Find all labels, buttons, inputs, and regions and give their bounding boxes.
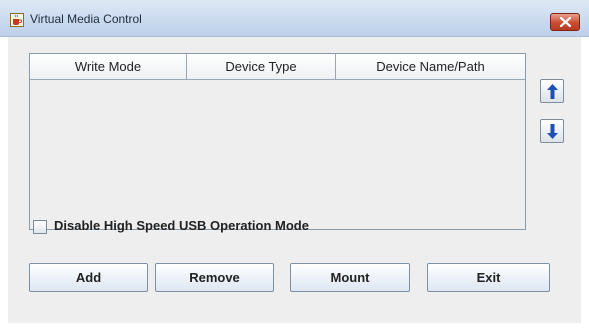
disable-high-speed-usb-label: Disable High Speed USB Operation Mode [54,218,309,233]
disable-high-speed-usb-checkbox[interactable] [33,220,47,234]
virtual-media-control-window: Virtual Media Control Write Mode Device … [0,0,589,330]
arrow-up-icon [547,84,558,99]
window-title: Virtual Media Control [30,12,142,26]
move-up-button[interactable] [540,79,564,103]
exit-button[interactable]: Exit [427,263,550,292]
column-header-write-mode[interactable]: Write Mode [30,54,187,79]
move-down-button[interactable] [540,119,564,143]
close-icon [560,17,571,27]
add-button[interactable]: Add [29,263,148,292]
remove-button[interactable]: Remove [155,263,274,292]
table-header: Write Mode Device Type Device Name/Path [30,54,525,80]
column-header-device-type[interactable]: Device Type [187,54,336,79]
arrow-down-icon [547,124,558,139]
mount-button[interactable]: Mount [290,263,410,292]
java-cup-icon [10,13,24,27]
close-button[interactable] [550,13,580,31]
column-header-device-name-path[interactable]: Device Name/Path [336,54,525,79]
device-table[interactable]: Write Mode Device Type Device Name/Path [29,53,526,230]
dialog-content: Write Mode Device Type Device Name/Path … [8,37,581,323]
table-body[interactable] [30,80,525,229]
title-bar[interactable]: Virtual Media Control [0,0,589,37]
